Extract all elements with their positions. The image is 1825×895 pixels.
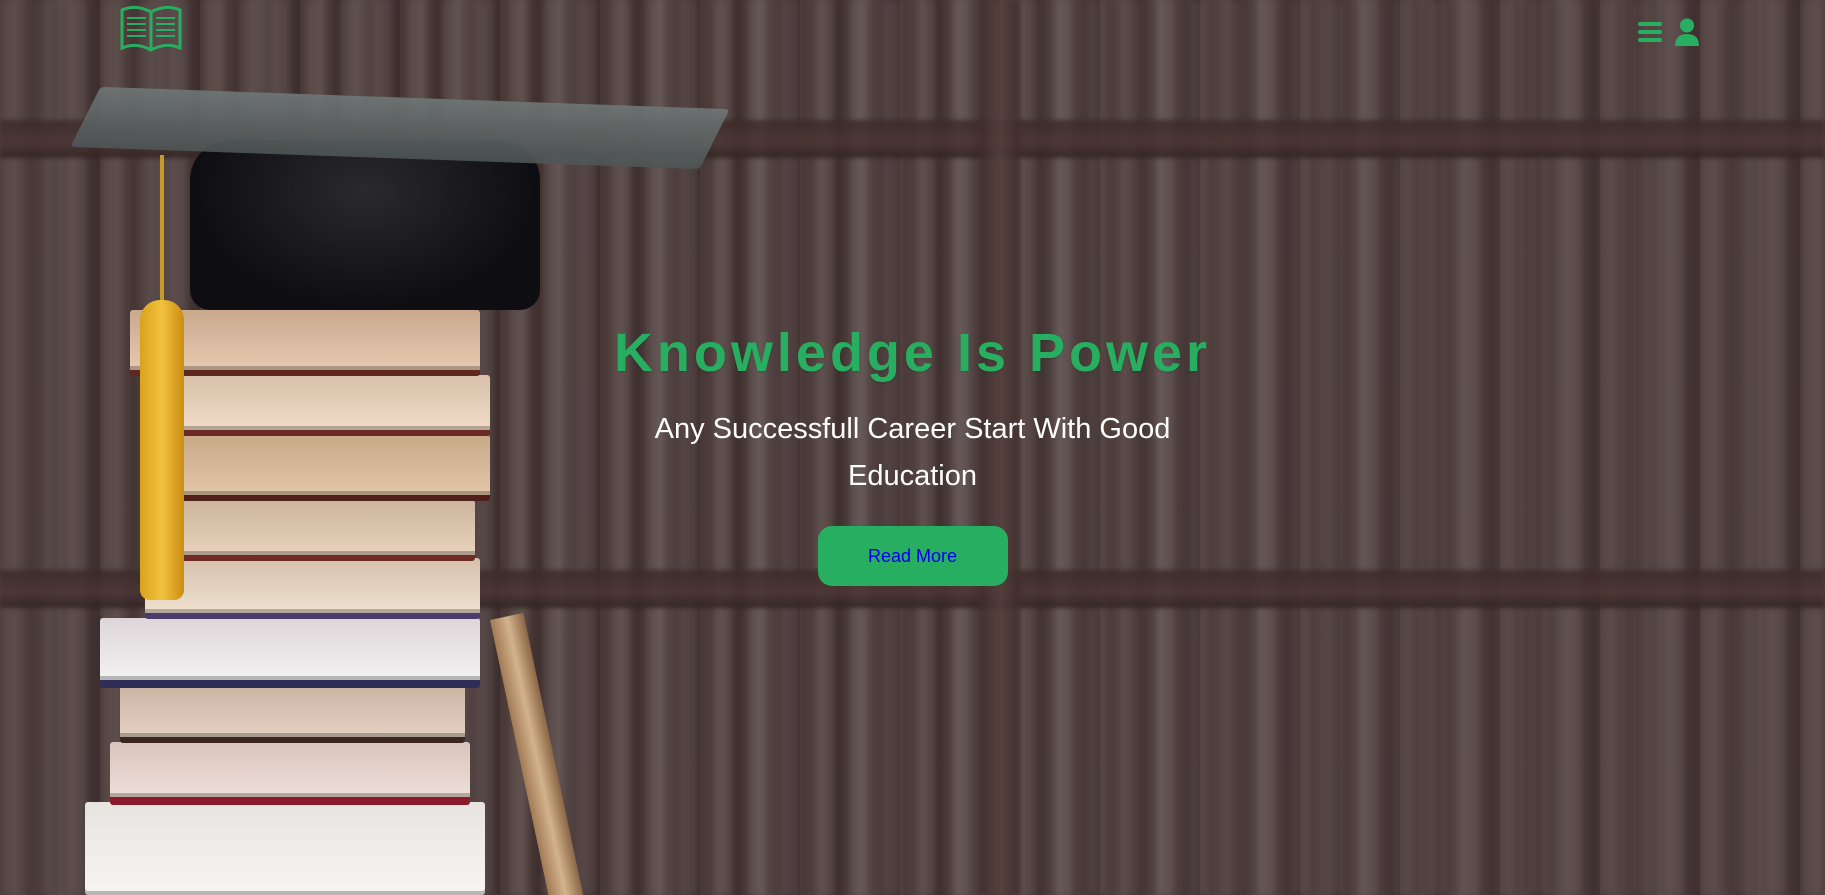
tassel-cord <box>160 155 164 305</box>
hamburger-menu-icon[interactable] <box>1638 21 1662 48</box>
book <box>85 802 485 895</box>
user-icon[interactable] <box>1674 18 1700 51</box>
graduation-cap-crown <box>190 140 540 310</box>
ladder <box>490 612 586 895</box>
book <box>100 618 480 688</box>
hero-content: Knowledge Is Power Any Successfull Caree… <box>0 322 1825 586</box>
book <box>110 742 470 805</box>
header-actions <box>1638 18 1700 51</box>
read-more-button[interactable]: Read More <box>817 526 1008 586</box>
book <box>120 685 465 743</box>
open-book-icon[interactable] <box>118 4 184 56</box>
hero-title: Knowledge Is Power <box>613 323 1212 383</box>
hero-subtitle: Any Successfull Career Start With Good E… <box>654 413 1171 492</box>
hero-section: Knowledge Is Power Any Successfull Caree… <box>0 0 1825 895</box>
graduation-cap-board <box>70 86 730 170</box>
